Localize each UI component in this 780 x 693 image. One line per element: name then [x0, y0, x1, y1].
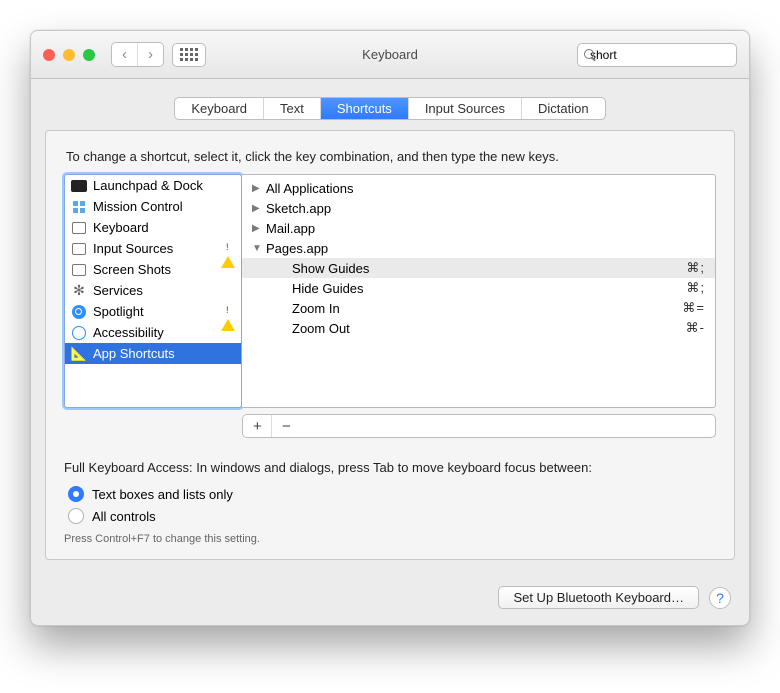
radio-label: Text boxes and lists only: [92, 487, 233, 502]
tab-keyboard[interactable]: Keyboard: [175, 98, 264, 119]
tree-label: Pages.app: [266, 241, 328, 256]
disclosure-triangle-icon[interactable]: ▼: [252, 243, 262, 254]
shortcut-key[interactable]: ⌘;: [686, 280, 705, 296]
zoom-window-button[interactable]: [83, 49, 95, 61]
tree-row[interactable]: ▼ Pages.app: [242, 238, 715, 258]
category-label: Mission Control: [93, 199, 183, 214]
tree-label: Show Guides: [292, 261, 369, 276]
remove-shortcut-button[interactable]: −: [271, 415, 299, 437]
tree-row[interactable]: Hide Guides ⌘;: [242, 278, 715, 298]
category-services[interactable]: ✻ Services: [65, 280, 241, 301]
input-icon: [71, 241, 87, 257]
disclosure-triangle-icon[interactable]: ▶: [252, 223, 262, 234]
accessibility-icon: [71, 325, 87, 341]
category-keyboard[interactable]: Keyboard: [65, 217, 241, 238]
launchpad-icon: [71, 178, 87, 194]
tab-dictation[interactable]: Dictation: [522, 98, 605, 119]
nav-back-forward: ‹ ›: [111, 42, 164, 67]
full-keyboard-access-label: Full Keyboard Access: In windows and dia…: [64, 460, 716, 475]
keyboard-icon: [71, 220, 87, 236]
tab-shortcuts[interactable]: Shortcuts: [321, 98, 409, 119]
category-label: App Shortcuts: [93, 346, 175, 361]
shortcut-tree[interactable]: ▶ All Applications ▶ Sketch.app ▶ Mail.app ▼ Pa…: [242, 174, 716, 408]
category-label: Screen Shots: [93, 262, 171, 277]
category-launchpad-dock[interactable]: Launchpad & Dock: [65, 175, 241, 196]
tree-label: All Applications: [266, 181, 353, 196]
category-input-sources[interactable]: Input Sources: [65, 238, 241, 259]
tab-text[interactable]: Text: [264, 98, 321, 119]
category-mission-control[interactable]: Mission Control: [65, 196, 241, 217]
tree-row[interactable]: Show Guides ⌘;: [242, 258, 715, 278]
help-button[interactable]: ?: [709, 587, 731, 609]
full-keyboard-access-radios: Text boxes and lists only All controls: [68, 483, 716, 527]
tree-row[interactable]: ▶ Sketch.app: [242, 198, 715, 218]
category-spotlight[interactable]: Spotlight: [65, 301, 241, 322]
category-list[interactable]: Launchpad & Dock Mission Control Keyboard I…: [64, 174, 242, 408]
radio-text-boxes-only[interactable]: [68, 486, 84, 502]
search-field[interactable]: ✕: [577, 43, 737, 67]
disclosure-triangle-icon[interactable]: ▶: [252, 203, 262, 214]
category-label: Services: [93, 283, 143, 298]
disclosure-triangle-icon[interactable]: ▶: [252, 183, 262, 194]
grid-icon: [180, 48, 198, 61]
shortcut-key[interactable]: ⌘=: [682, 300, 705, 316]
category-accessibility[interactable]: Accessibility: [65, 322, 241, 343]
category-screen-shots[interactable]: Screen Shots: [65, 259, 241, 280]
minimize-window-button[interactable]: [63, 49, 75, 61]
show-all-button[interactable]: [172, 43, 206, 67]
shortcut-key[interactable]: ⌘;: [686, 260, 705, 276]
shortcut-key[interactable]: ⌘-: [686, 320, 705, 336]
category-label: Keyboard: [93, 220, 149, 235]
tab-bar: KeyboardTextShortcutsInput SourcesDictat…: [31, 79, 749, 120]
search-input[interactable]: [590, 48, 745, 62]
category-label: Spotlight: [93, 304, 144, 319]
tree-row[interactable]: ▶ Mail.app: [242, 218, 715, 238]
warning-icon: [221, 241, 235, 256]
tree-label: Hide Guides: [292, 281, 364, 296]
category-app-shortcuts[interactable]: 📐 App Shortcuts: [65, 343, 241, 364]
tree-row[interactable]: ▶ All Applications: [242, 178, 715, 198]
app-icon: 📐: [71, 346, 87, 362]
add-shortcut-button[interactable]: +: [243, 415, 271, 437]
tree-label: Zoom In: [292, 301, 340, 316]
window-toolbar: ‹ › Keyboard ✕: [31, 31, 749, 79]
category-label: Input Sources: [93, 241, 173, 256]
instruction-text: To change a shortcut, select it, click t…: [66, 149, 716, 164]
tree-row[interactable]: Zoom Out ⌘-: [242, 318, 715, 338]
shortcuts-panel: To change a shortcut, select it, click t…: [45, 130, 735, 560]
forward-button[interactable]: ›: [137, 43, 163, 66]
warning-icon: [221, 304, 235, 319]
tree-label: Zoom Out: [292, 321, 350, 336]
window-controls: [43, 49, 95, 61]
tree-label: Mail.app: [266, 221, 315, 236]
preferences-window: ‹ › Keyboard ✕ KeyboardTextShortcutsInpu…: [30, 30, 750, 626]
add-remove-bar: + −: [242, 414, 716, 438]
back-button[interactable]: ‹: [112, 43, 137, 66]
window-footer: Set Up Bluetooth Keyboard… ?: [31, 576, 749, 625]
hint-text: Press Control+F7 to change this setting.: [64, 533, 716, 545]
lists-container: Launchpad & Dock Mission Control Keyboard I…: [64, 174, 716, 408]
category-label: Launchpad & Dock: [93, 178, 203, 193]
bluetooth-keyboard-button[interactable]: Set Up Bluetooth Keyboard…: [498, 586, 699, 609]
radio-label: All controls: [92, 509, 156, 524]
tree-row[interactable]: Zoom In ⌘=: [242, 298, 715, 318]
radio-all-controls[interactable]: [68, 508, 84, 524]
spotlight-icon: [71, 304, 87, 320]
close-window-button[interactable]: [43, 49, 55, 61]
tree-label: Sketch.app: [266, 201, 331, 216]
services-icon: ✻: [71, 283, 87, 299]
category-label: Accessibility: [93, 325, 164, 340]
tab-input-sources[interactable]: Input Sources: [409, 98, 522, 119]
screenshot-icon: [71, 262, 87, 278]
mission-icon: [71, 199, 87, 215]
